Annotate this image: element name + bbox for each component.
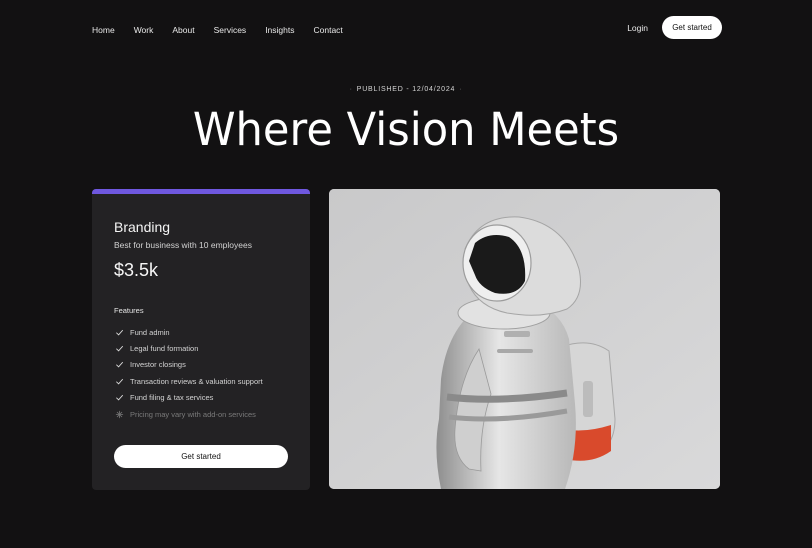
nav-link-contact[interactable]: Contact — [313, 24, 342, 36]
page: Home Work About Services Insights Contac… — [0, 0, 812, 548]
login-link[interactable]: Login — [627, 23, 648, 33]
feature-item: Transaction reviews & valuation support — [114, 373, 263, 389]
plan-subtitle: Best for business with 10 employees — [114, 240, 252, 250]
feature-text: Investor closings — [130, 360, 186, 370]
feature-text: Fund filing & tax services — [130, 393, 214, 403]
check-icon — [114, 344, 124, 354]
plan-price: $3.5k — [114, 260, 159, 280]
published-date: · PUBLISHED - 12/04/2024 · — [0, 86, 812, 93]
feature-item: Fund filing & tax services — [114, 390, 263, 406]
nav-get-started-button[interactable]: Get started — [662, 16, 722, 39]
feature-item: Investor closings — [114, 357, 263, 373]
nav-link-home[interactable]: Home — [92, 24, 115, 36]
card-get-started-button[interactable]: Get started — [114, 445, 288, 468]
feature-item: Fund admin — [114, 324, 263, 340]
separator-dot: · — [349, 86, 353, 93]
nav-link-about[interactable]: About — [172, 24, 194, 36]
nav-link-services[interactable]: Services — [214, 24, 247, 36]
astronaut-illustration — [329, 189, 720, 489]
nav-actions: Login Get started — [627, 16, 722, 39]
feature-text: Transaction reviews & valuation support — [130, 376, 263, 386]
feature-text: Fund admin — [130, 327, 170, 337]
feature-text: Legal fund formation — [130, 344, 199, 354]
plan-title: Branding — [114, 219, 171, 235]
main-nav: Home Work About Services Insights Contac… — [92, 24, 343, 36]
features-label: Features — [114, 306, 144, 315]
pricing-card: Branding Best for business with 10 emplo… — [92, 189, 310, 490]
pricing-note: Pricing may vary with add-on services — [114, 406, 263, 422]
feature-item: Legal fund formation — [114, 340, 263, 356]
card-accent-bar — [92, 189, 310, 194]
feature-list: Fund admin Legal fund formation Investor… — [114, 324, 263, 422]
separator-dot: · — [459, 86, 463, 93]
check-icon — [114, 360, 124, 370]
sparkle-icon — [114, 409, 124, 419]
check-icon — [114, 393, 124, 403]
pricing-note-text: Pricing may vary with add-on services — [130, 409, 256, 419]
nav-link-work[interactable]: Work — [134, 24, 154, 36]
hero-title: Where Vision Meets — [192, 103, 620, 156]
nav-link-insights[interactable]: Insights — [265, 24, 294, 36]
check-icon — [114, 327, 124, 337]
check-icon — [114, 376, 124, 386]
astronaut-image — [329, 189, 720, 489]
published-text: PUBLISHED - 12/04/2024 — [356, 86, 456, 93]
